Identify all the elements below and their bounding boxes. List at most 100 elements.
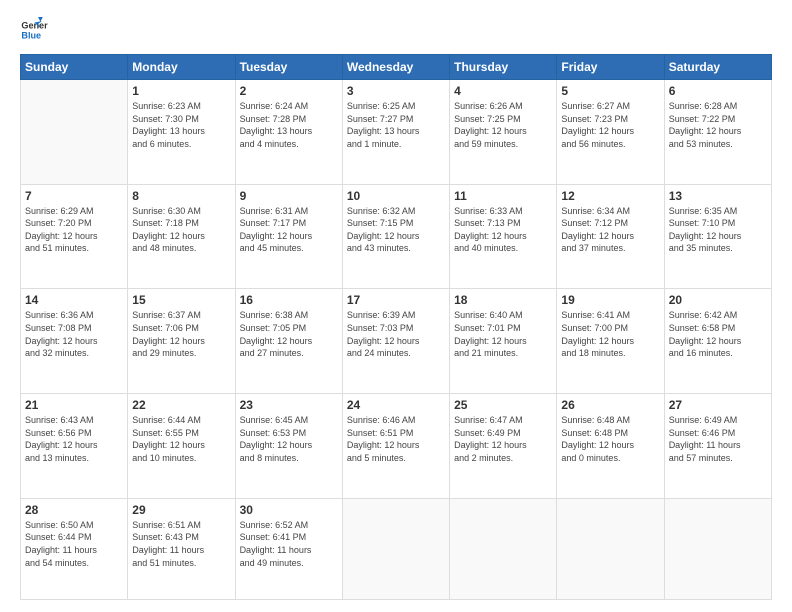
day-info: Sunrise: 6:30 AM Sunset: 7:18 PM Dayligh… bbox=[132, 205, 230, 255]
day-number: 6 bbox=[669, 84, 767, 98]
calendar-cell: 14 Sunrise: 6:36 AM Sunset: 7:08 PM Dayli… bbox=[21, 289, 128, 394]
calendar-cell: 29 Sunrise: 6:51 AM Sunset: 6:43 PM Dayli… bbox=[128, 498, 235, 599]
weekday-header-thursday: Thursday bbox=[450, 55, 557, 80]
calendar-cell bbox=[342, 498, 449, 599]
day-number: 30 bbox=[240, 503, 338, 517]
day-number: 22 bbox=[132, 398, 230, 412]
weekday-header-sunday: Sunday bbox=[21, 55, 128, 80]
day-info: Sunrise: 6:51 AM Sunset: 6:43 PM Dayligh… bbox=[132, 519, 230, 569]
day-number: 17 bbox=[347, 293, 445, 307]
calendar-cell bbox=[664, 498, 771, 599]
day-info: Sunrise: 6:31 AM Sunset: 7:17 PM Dayligh… bbox=[240, 205, 338, 255]
day-info: Sunrise: 6:41 AM Sunset: 7:00 PM Dayligh… bbox=[561, 309, 659, 359]
day-info: Sunrise: 6:47 AM Sunset: 6:49 PM Dayligh… bbox=[454, 414, 552, 464]
day-number: 7 bbox=[25, 189, 123, 203]
day-info: Sunrise: 6:44 AM Sunset: 6:55 PM Dayligh… bbox=[132, 414, 230, 464]
day-number: 20 bbox=[669, 293, 767, 307]
calendar-cell: 26 Sunrise: 6:48 AM Sunset: 6:48 PM Dayli… bbox=[557, 394, 664, 499]
day-info: Sunrise: 6:23 AM Sunset: 7:30 PM Dayligh… bbox=[132, 100, 230, 150]
calendar-cell: 5 Sunrise: 6:27 AM Sunset: 7:23 PM Daylig… bbox=[557, 80, 664, 185]
day-info: Sunrise: 6:38 AM Sunset: 7:05 PM Dayligh… bbox=[240, 309, 338, 359]
day-info: Sunrise: 6:45 AM Sunset: 6:53 PM Dayligh… bbox=[240, 414, 338, 464]
day-number: 28 bbox=[25, 503, 123, 517]
calendar-cell: 19 Sunrise: 6:41 AM Sunset: 7:00 PM Dayli… bbox=[557, 289, 664, 394]
calendar-cell: 18Sunrise: 6:40 AM Sunset: 7:01 PM Dayli… bbox=[450, 289, 557, 394]
day-number: 24 bbox=[347, 398, 445, 412]
day-number: 10 bbox=[347, 189, 445, 203]
day-number: 19 bbox=[561, 293, 659, 307]
calendar-cell: 17 Sunrise: 6:39 AM Sunset: 7:03 PM Dayli… bbox=[342, 289, 449, 394]
day-number: 23 bbox=[240, 398, 338, 412]
day-number: 9 bbox=[240, 189, 338, 203]
day-info: Sunrise: 6:24 AM Sunset: 7:28 PM Dayligh… bbox=[240, 100, 338, 150]
day-number: 3 bbox=[347, 84, 445, 98]
weekday-header-row: SundayMondayTuesdayWednesdayThursdayFrid… bbox=[21, 55, 772, 80]
calendar-cell: 28 Sunrise: 6:50 AM Sunset: 6:44 PM Dayli… bbox=[21, 498, 128, 599]
day-info: Sunrise: 6:50 AM Sunset: 6:44 PM Dayligh… bbox=[25, 519, 123, 569]
calendar-cell: 27Sunrise: 6:49 AM Sunset: 6:46 PM Dayli… bbox=[664, 394, 771, 499]
day-info: Sunrise: 6:35 AM Sunset: 7:10 PM Dayligh… bbox=[669, 205, 767, 255]
weekday-header-tuesday: Tuesday bbox=[235, 55, 342, 80]
weekday-header-wednesday: Wednesday bbox=[342, 55, 449, 80]
day-info: Sunrise: 6:48 AM Sunset: 6:48 PM Dayligh… bbox=[561, 414, 659, 464]
day-info: Sunrise: 6:36 AM Sunset: 7:08 PM Dayligh… bbox=[25, 309, 123, 359]
day-number: 11 bbox=[454, 189, 552, 203]
calendar-cell bbox=[557, 498, 664, 599]
calendar-cell: 4 Sunrise: 6:26 AM Sunset: 7:25 PM Daylig… bbox=[450, 80, 557, 185]
day-info: Sunrise: 6:29 AM Sunset: 7:20 PM Dayligh… bbox=[25, 205, 123, 255]
day-info: Sunrise: 6:39 AM Sunset: 7:03 PM Dayligh… bbox=[347, 309, 445, 359]
day-number: 29 bbox=[132, 503, 230, 517]
day-info: Sunrise: 6:28 AM Sunset: 7:22 PM Dayligh… bbox=[669, 100, 767, 150]
calendar-cell: 10 Sunrise: 6:32 AM Sunset: 7:15 PM Dayli… bbox=[342, 184, 449, 289]
week-row-2: 7 Sunrise: 6:29 AM Sunset: 7:20 PM Daylig… bbox=[21, 184, 772, 289]
calendar-cell: 24Sunrise: 6:46 AM Sunset: 6:51 PM Dayli… bbox=[342, 394, 449, 499]
calendar-cell bbox=[21, 80, 128, 185]
day-info: Sunrise: 6:43 AM Sunset: 6:56 PM Dayligh… bbox=[25, 414, 123, 464]
calendar-table: SundayMondayTuesdayWednesdayThursdayFrid… bbox=[20, 54, 772, 600]
logo: General Blue bbox=[20, 16, 50, 44]
day-number: 15 bbox=[132, 293, 230, 307]
calendar-cell: 21Sunrise: 6:43 AM Sunset: 6:56 PM Dayli… bbox=[21, 394, 128, 499]
day-number: 1 bbox=[132, 84, 230, 98]
calendar-cell: 11 Sunrise: 6:33 AM Sunset: 7:13 PM Dayli… bbox=[450, 184, 557, 289]
calendar-cell: 8Sunrise: 6:30 AM Sunset: 7:18 PM Daylig… bbox=[128, 184, 235, 289]
day-info: Sunrise: 6:33 AM Sunset: 7:13 PM Dayligh… bbox=[454, 205, 552, 255]
calendar-cell: 9 Sunrise: 6:31 AM Sunset: 7:17 PM Daylig… bbox=[235, 184, 342, 289]
day-number: 14 bbox=[25, 293, 123, 307]
calendar-cell: 1 Sunrise: 6:23 AM Sunset: 7:30 PM Daylig… bbox=[128, 80, 235, 185]
day-number: 5 bbox=[561, 84, 659, 98]
day-number: 26 bbox=[561, 398, 659, 412]
weekday-header-saturday: Saturday bbox=[664, 55, 771, 80]
day-number: 13 bbox=[669, 189, 767, 203]
week-row-4: 21Sunrise: 6:43 AM Sunset: 6:56 PM Dayli… bbox=[21, 394, 772, 499]
day-info: Sunrise: 6:32 AM Sunset: 7:15 PM Dayligh… bbox=[347, 205, 445, 255]
calendar-cell: 20Sunrise: 6:42 AM Sunset: 6:58 PM Dayli… bbox=[664, 289, 771, 394]
calendar-cell: 22 Sunrise: 6:44 AM Sunset: 6:55 PM Dayli… bbox=[128, 394, 235, 499]
day-number: 18 bbox=[454, 293, 552, 307]
day-number: 4 bbox=[454, 84, 552, 98]
calendar-cell: 30 Sunrise: 6:52 AM Sunset: 6:41 PM Dayli… bbox=[235, 498, 342, 599]
day-number: 27 bbox=[669, 398, 767, 412]
weekday-header-monday: Monday bbox=[128, 55, 235, 80]
calendar-cell: 13 Sunrise: 6:35 AM Sunset: 7:10 PM Dayli… bbox=[664, 184, 771, 289]
week-row-5: 28 Sunrise: 6:50 AM Sunset: 6:44 PM Dayli… bbox=[21, 498, 772, 599]
calendar-cell: 23 Sunrise: 6:45 AM Sunset: 6:53 PM Dayli… bbox=[235, 394, 342, 499]
day-number: 16 bbox=[240, 293, 338, 307]
calendar-cell: 6 Sunrise: 6:28 AM Sunset: 7:22 PM Daylig… bbox=[664, 80, 771, 185]
day-info: Sunrise: 6:26 AM Sunset: 7:25 PM Dayligh… bbox=[454, 100, 552, 150]
calendar-cell bbox=[450, 498, 557, 599]
calendar-cell: 7 Sunrise: 6:29 AM Sunset: 7:20 PM Daylig… bbox=[21, 184, 128, 289]
day-info: Sunrise: 6:25 AM Sunset: 7:27 PM Dayligh… bbox=[347, 100, 445, 150]
day-info: Sunrise: 6:27 AM Sunset: 7:23 PM Dayligh… bbox=[561, 100, 659, 150]
svg-text:Blue: Blue bbox=[21, 30, 41, 40]
day-number: 2 bbox=[240, 84, 338, 98]
day-info: Sunrise: 6:52 AM Sunset: 6:41 PM Dayligh… bbox=[240, 519, 338, 569]
logo-icon: General Blue bbox=[20, 16, 48, 44]
calendar-cell: 2 Sunrise: 6:24 AM Sunset: 7:28 PM Daylig… bbox=[235, 80, 342, 185]
calendar-cell: 3 Sunrise: 6:25 AM Sunset: 7:27 PM Daylig… bbox=[342, 80, 449, 185]
calendar-cell: 16 Sunrise: 6:38 AM Sunset: 7:05 PM Dayli… bbox=[235, 289, 342, 394]
day-number: 25 bbox=[454, 398, 552, 412]
calendar-cell: 15Sunrise: 6:37 AM Sunset: 7:06 PM Dayli… bbox=[128, 289, 235, 394]
week-row-1: 1 Sunrise: 6:23 AM Sunset: 7:30 PM Daylig… bbox=[21, 80, 772, 185]
svg-text:General: General bbox=[21, 21, 48, 31]
